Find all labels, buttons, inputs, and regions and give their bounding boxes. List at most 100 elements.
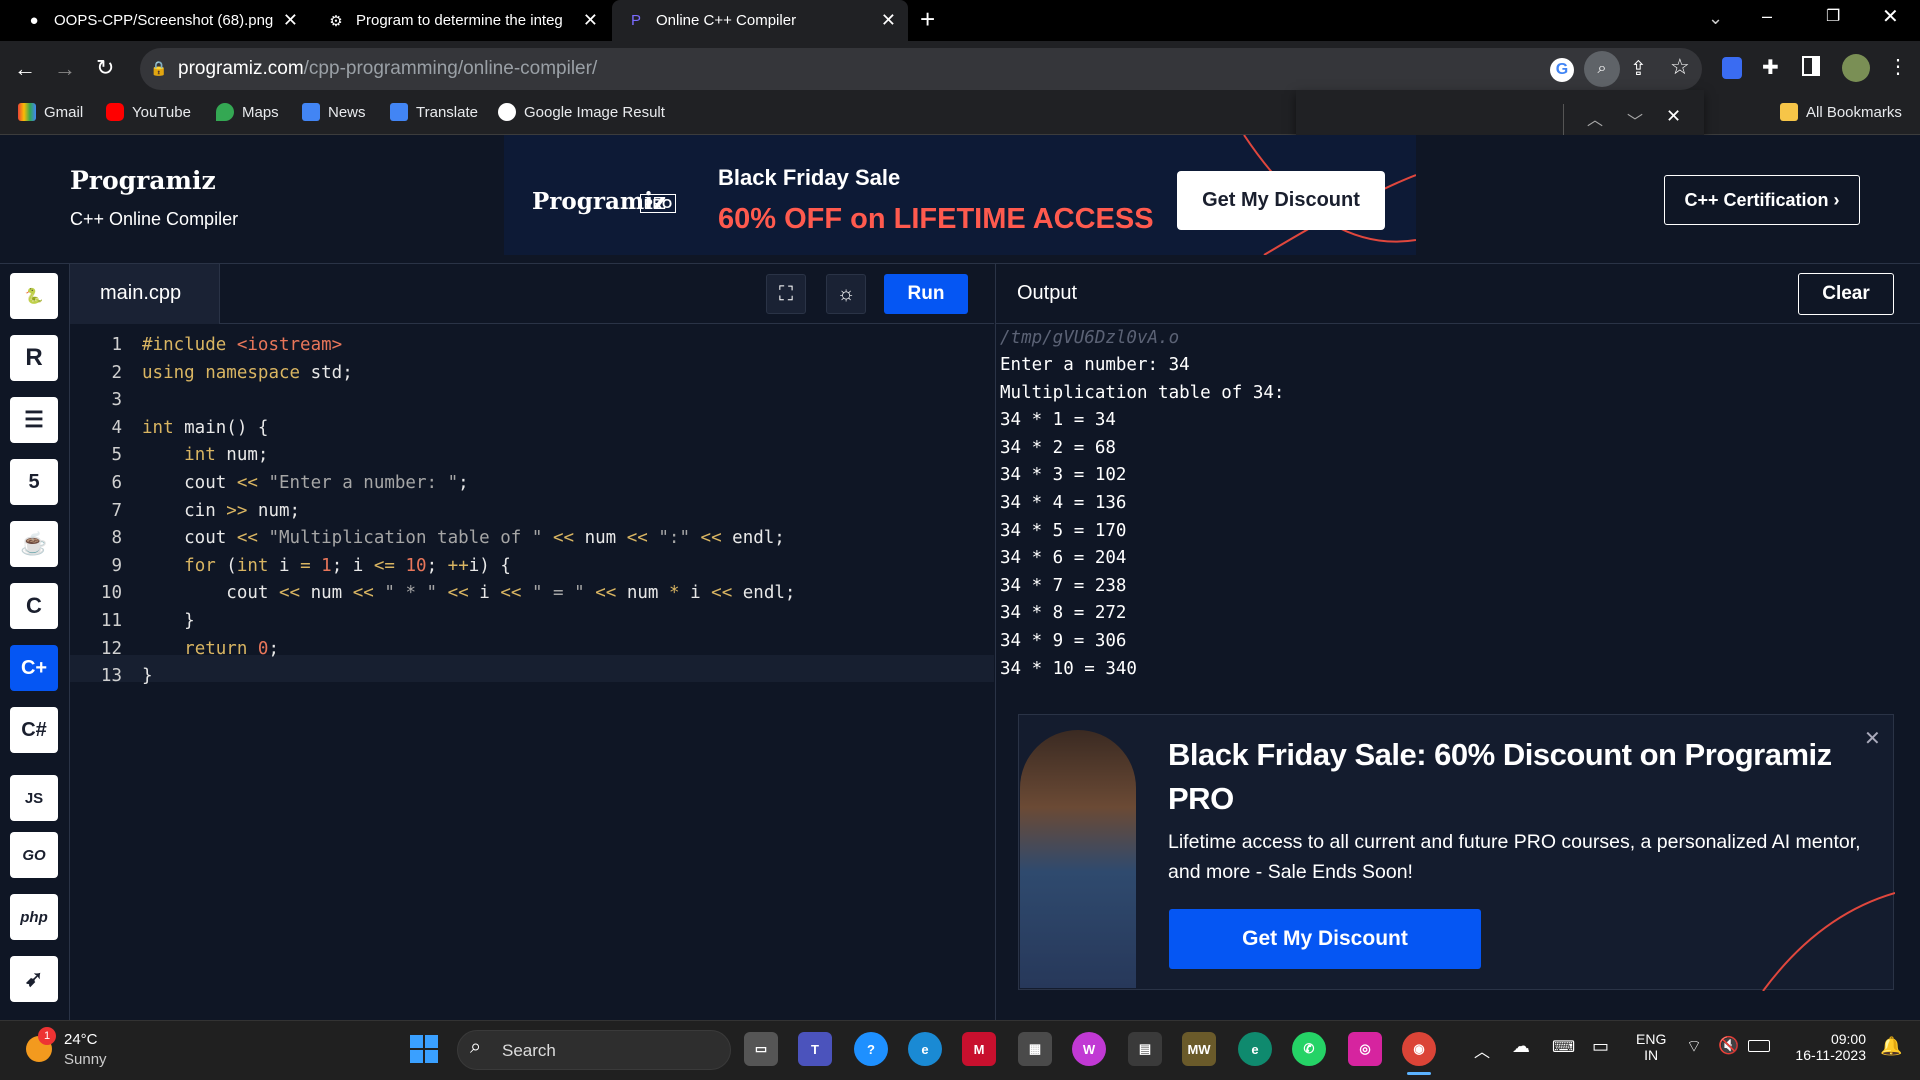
clock[interactable]: 09:00 16-11-2023 bbox=[1786, 1031, 1866, 1063]
close-tab-icon[interactable]: ✕ bbox=[583, 10, 598, 31]
java-icon[interactable]: ☕ bbox=[10, 521, 58, 567]
edge-icon[interactable]: e bbox=[1238, 1032, 1272, 1066]
forward-icon[interactable]: → bbox=[54, 56, 76, 82]
cpp-icon[interactable]: C+ bbox=[10, 645, 58, 691]
site-logo[interactable]: Programiz bbox=[70, 166, 216, 195]
code-line[interactable]: 9 for (int i = 1; i <= 10; ++i) { bbox=[72, 553, 510, 580]
minimize-button[interactable]: – bbox=[1762, 6, 1772, 27]
c-icon[interactable]: C bbox=[10, 583, 58, 629]
help-icon[interactable]: ? bbox=[854, 1032, 888, 1066]
bookmark-gmail[interactable]: Gmail bbox=[18, 103, 83, 121]
code-line[interactable]: 3 bbox=[72, 387, 142, 414]
reload-icon[interactable]: ↻ bbox=[96, 55, 114, 81]
notification-bell-icon[interactable]: 🔔 bbox=[1880, 1036, 1902, 1057]
clear-button[interactable]: Clear bbox=[1798, 273, 1894, 315]
go-icon[interactable]: GO bbox=[10, 832, 58, 878]
menu-icon[interactable]: ⋮ bbox=[1888, 54, 1908, 79]
csharp-icon[interactable]: C# bbox=[10, 707, 58, 753]
bookmark-news[interactable]: News bbox=[302, 103, 366, 121]
code-line[interactable]: 2 using namespace std; bbox=[72, 360, 352, 387]
close-window-button[interactable]: ✕ bbox=[1882, 4, 1899, 29]
google-icon[interactable]: G bbox=[1550, 58, 1574, 82]
all-bookmarks[interactable]: All Bookmarks bbox=[1780, 103, 1902, 121]
mw-icon[interactable]: MW bbox=[1182, 1032, 1216, 1066]
edge-pdf-icon[interactable]: e bbox=[908, 1032, 942, 1066]
url-text[interactable]: programiz.com/cpp-programming/online-com… bbox=[178, 58, 597, 80]
tab-online-compiler[interactable]: P Online C++ Compiler ✕ bbox=[612, 0, 908, 41]
find-close-icon[interactable]: ✕ bbox=[1666, 106, 1681, 127]
run-button[interactable]: Run bbox=[884, 274, 968, 314]
php-icon[interactable]: php bbox=[10, 894, 58, 940]
task-view-icon[interactable]: ▭ bbox=[744, 1032, 778, 1066]
banner-discount-button[interactable]: Get My Discount bbox=[1177, 171, 1385, 230]
share-icon[interactable]: ⇪ bbox=[1630, 56, 1647, 81]
language-indicator[interactable]: ENG IN bbox=[1636, 1031, 1666, 1063]
wifi-icon[interactable]: ⌔ bbox=[1686, 1036, 1702, 1057]
close-tab-icon[interactable]: ✕ bbox=[283, 10, 298, 31]
new-tab-button[interactable]: + bbox=[920, 4, 935, 35]
code-text: cout << "Enter a number: "; bbox=[142, 473, 469, 493]
code-line[interactable]: 11 } bbox=[72, 608, 195, 635]
weather-temp[interactable]: 24°C bbox=[64, 1031, 98, 1048]
back-icon[interactable]: ← bbox=[14, 56, 36, 82]
mcafee-icon[interactable]: M bbox=[962, 1032, 996, 1066]
swift-icon[interactable]: ➹ bbox=[10, 956, 58, 1002]
windows-start-icon[interactable] bbox=[410, 1035, 438, 1063]
code-line[interactable]: 7 cin >> num; bbox=[72, 498, 300, 525]
instagram-icon[interactable]: ◎ bbox=[1348, 1032, 1382, 1066]
lock-icon[interactable]: 🔒 bbox=[150, 60, 167, 77]
whatsapp-icon[interactable]: ✆ bbox=[1292, 1032, 1326, 1066]
taskbar-search[interactable] bbox=[457, 1030, 731, 1070]
code-line[interactable]: 5 int num; bbox=[72, 442, 268, 469]
code-line[interactable]: 4 int main() { bbox=[72, 415, 268, 442]
apps-grid-icon[interactable]: ▤ bbox=[1128, 1032, 1162, 1066]
star-icon[interactable]: ☆ bbox=[1670, 54, 1690, 80]
tab-search-icon[interactable]: ⌄ bbox=[1708, 8, 1723, 29]
bookmark-google-image[interactable]: Google Image Result bbox=[498, 103, 665, 121]
code-line[interactable]: 6 cout << "Enter a number: "; bbox=[72, 470, 469, 497]
fullscreen-icon[interactable]: ⛶ bbox=[766, 274, 806, 314]
theme-toggle-icon[interactable]: ☼ bbox=[826, 274, 866, 314]
code-line[interactable]: 1 #include <iostream> bbox=[72, 332, 342, 359]
extension-icon[interactable] bbox=[1722, 57, 1742, 79]
code-text: int num; bbox=[184, 445, 269, 466]
sidepanel-icon[interactable] bbox=[1802, 56, 1820, 76]
banner-headline: Black Friday Sale bbox=[718, 165, 901, 190]
puzzle-icon[interactable]: ✚ bbox=[1762, 55, 1779, 80]
google-icon bbox=[498, 103, 516, 121]
wps-icon[interactable]: W bbox=[1072, 1032, 1106, 1066]
database-icon[interactable]: ☰ bbox=[10, 397, 58, 443]
promo-discount-button[interactable]: Get My Discount bbox=[1169, 909, 1481, 969]
restore-button[interactable]: ❐ bbox=[1826, 6, 1840, 26]
battery-icon[interactable] bbox=[1748, 1040, 1770, 1052]
tab-github[interactable]: ● OOPS-CPP/Screenshot (68).png ✕ bbox=[10, 0, 310, 41]
display-icon[interactable]: ▭ bbox=[1592, 1036, 1609, 1057]
volume-muted-icon[interactable]: 🔇 bbox=[1718, 1036, 1739, 1056]
close-tab-icon[interactable]: ✕ bbox=[881, 10, 896, 31]
bookmark-youtube[interactable]: YouTube bbox=[106, 103, 191, 121]
avatar[interactable] bbox=[1842, 54, 1870, 82]
python-icon[interactable]: 🐍 bbox=[10, 273, 58, 319]
find-previous-icon[interactable]: ︿ bbox=[1587, 106, 1603, 130]
tray-chevron-icon[interactable]: ︿ bbox=[1474, 1038, 1490, 1062]
tab-program[interactable]: ⚙ Program to determine the integ ✕ bbox=[312, 0, 610, 41]
js-icon[interactable]: JS bbox=[10, 775, 58, 821]
code-line[interactable]: 8 cout << "Multiplication table of " << … bbox=[72, 525, 784, 552]
code-line[interactable]: 12 return 0; bbox=[72, 636, 279, 663]
weather-desc[interactable]: Sunny bbox=[64, 1051, 107, 1068]
promo-close-icon[interactable]: ✕ bbox=[1864, 726, 1881, 751]
code-line[interactable]: 13} bbox=[72, 663, 153, 690]
onedrive-icon[interactable]: ☁ bbox=[1512, 1036, 1530, 1057]
r-icon[interactable]: R bbox=[10, 335, 58, 381]
html5-icon[interactable]: 5 bbox=[10, 459, 58, 505]
certification-button[interactable]: C++ Certification › bbox=[1664, 175, 1860, 225]
chrome-icon[interactable]: ◉ bbox=[1402, 1032, 1436, 1066]
lens-icon[interactable]: ⌕ bbox=[1584, 51, 1620, 87]
bookmark-translate[interactable]: Translate bbox=[390, 103, 478, 121]
code-line[interactable]: 10 cout << num << " * " << i << " = " <<… bbox=[72, 580, 796, 607]
teams-icon[interactable]: T bbox=[798, 1032, 832, 1066]
bookmark-maps[interactable]: Maps bbox=[216, 103, 279, 121]
store-icon[interactable]: ▦ bbox=[1018, 1032, 1052, 1066]
find-next-icon[interactable]: ﹀ bbox=[1627, 108, 1643, 132]
keyboard-icon[interactable]: ⌨ bbox=[1552, 1037, 1575, 1057]
